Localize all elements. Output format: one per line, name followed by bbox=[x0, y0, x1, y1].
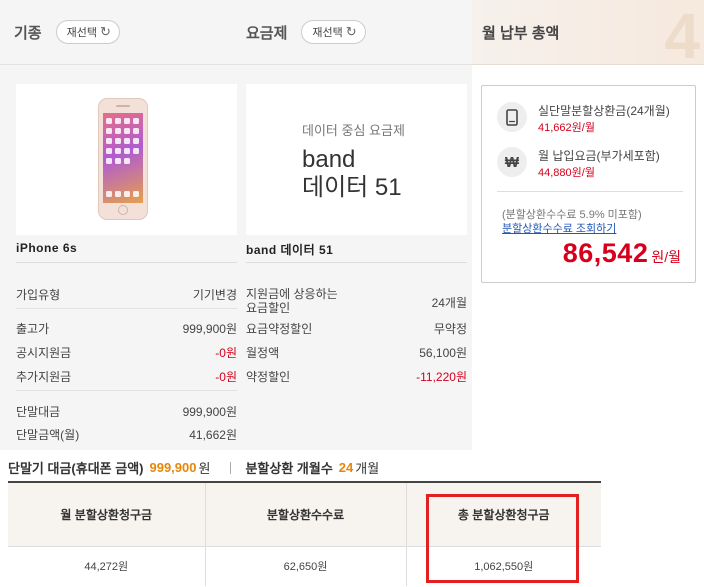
total-column-title: 월 납부 총액 bbox=[482, 24, 560, 42]
plan-divider bbox=[246, 262, 467, 263]
row-value: 기기변경 bbox=[192, 288, 237, 302]
row-value: -11,220원 bbox=[416, 370, 467, 384]
table-header: 총 분할상환청구금 bbox=[406, 481, 601, 546]
device-price-label: 단말기 대금(휴대폰 금액) bbox=[8, 461, 144, 476]
summary-label: 월 납입요금(부가세포함) bbox=[538, 149, 660, 163]
iphone-illustration bbox=[98, 98, 148, 220]
device-reselect-button[interactable]: 재선택 ↻ bbox=[55, 20, 120, 44]
monthly-total-value: 86,542 bbox=[562, 238, 649, 268]
summary-value: 41,662원/월 bbox=[538, 122, 595, 134]
row-label: 단말대금 bbox=[16, 405, 61, 419]
table-header: 분할상환수수료 bbox=[205, 481, 407, 546]
device-reselect-label: 재선택 bbox=[66, 27, 97, 39]
row-label: 가입유형 bbox=[16, 288, 61, 302]
plan-name: band 데이터 51 bbox=[246, 243, 334, 257]
plan-column-title: 요금제 bbox=[246, 24, 288, 42]
table-row: 44,272원 62,650원 1,062,550원 bbox=[8, 545, 601, 586]
plan-reselect-label: 재선택 bbox=[312, 27, 343, 39]
summary-divider bbox=[497, 191, 683, 192]
installment-table: 월 분할상환청구금 분할상환수수료 총 분할상환청구금 44,272원 62,6… bbox=[8, 481, 601, 586]
row-value: -0원 bbox=[215, 370, 237, 384]
months-unit: 개월 bbox=[355, 461, 380, 476]
plan-column-header: 요금제 재선택 ↻ bbox=[240, 0, 472, 65]
row-label: 약정할인 bbox=[246, 370, 291, 384]
phone-home-button bbox=[118, 205, 128, 215]
row-label: 지원금에 상응하는 요금할인 bbox=[246, 287, 338, 315]
device-price-value: 999,900 bbox=[149, 460, 197, 475]
phone-screen bbox=[103, 113, 143, 203]
row-value: 56,100원 bbox=[419, 346, 467, 360]
row-label: 공시지원금 bbox=[16, 346, 72, 360]
summary-value: 44,880원/월 bbox=[538, 167, 595, 179]
decorative-4: 4 bbox=[664, 0, 700, 65]
device-name: iPhone 6s bbox=[16, 241, 78, 255]
row-value: 41,662원 bbox=[189, 428, 237, 442]
plan-category: 데이터 중심 요금제 bbox=[302, 123, 405, 138]
table-header-row: 월 분할상환청구금 분할상환수수료 총 분할상환청구금 bbox=[8, 481, 601, 546]
installment-info: 단말기 대금(휴대폰 금액) 999,900 원 분할상환 개월수 24 개월 bbox=[8, 458, 379, 477]
row-separator bbox=[16, 390, 237, 391]
device-column: 기종 재선택 ↻ iPhone 6s 가입유형 기기변경 출고가 999,900… bbox=[0, 0, 240, 450]
plan-image-name-line2: 데이터 51 bbox=[302, 174, 402, 201]
row-label: 월정액 bbox=[246, 346, 280, 360]
monthly-summary-box: 실단말분할상환금(24개월) 41,662원/월 ₩ 월 납입요금(부가세포함)… bbox=[481, 85, 696, 283]
device-divider bbox=[16, 262, 237, 263]
row-value: 24개월 bbox=[431, 296, 467, 310]
row-value: 999,900원 bbox=[182, 405, 237, 419]
won-icon: ₩ bbox=[497, 147, 527, 177]
plan-row-discount: 지원금에 상응하는 요금할인 24개월 bbox=[246, 287, 467, 319]
plan-image-name-line1: band bbox=[302, 146, 356, 173]
row-value: 무약정 bbox=[433, 322, 467, 336]
months-label: 분할상환 개월수 bbox=[245, 461, 333, 476]
plan-reselect-button[interactable]: 재선택 ↻ bbox=[301, 20, 366, 44]
device-image bbox=[16, 84, 237, 235]
refresh-icon: ↻ bbox=[99, 24, 111, 39]
phone-speaker bbox=[116, 105, 130, 107]
fee-lookup-link[interactable]: 분할상환수수료 조회하기 bbox=[502, 220, 616, 236]
table-cell: 62,650원 bbox=[205, 545, 407, 586]
table-cell: 1,062,550원 bbox=[406, 545, 601, 586]
row-value: 999,900원 bbox=[182, 322, 237, 336]
summary-label: 실단말분할상환금(24개월) bbox=[538, 104, 670, 118]
plan-column: 요금제 재선택 ↻ 데이터 중심 요금제 band 데이터 51 band 데이… bbox=[240, 0, 472, 450]
device-column-header: 기종 재선택 ↻ bbox=[0, 0, 240, 65]
pipe-divider bbox=[230, 461, 232, 474]
row-separator bbox=[16, 308, 237, 309]
monthly-total-unit: 원/월 bbox=[651, 249, 681, 265]
refresh-icon: ↻ bbox=[345, 24, 357, 39]
row-label: 추가지원금 bbox=[16, 370, 72, 384]
table-header: 월 분할상환청구금 bbox=[8, 481, 206, 546]
total-column-header: 월 납부 총액 4 bbox=[472, 0, 704, 65]
row-label: 단말금액(월) bbox=[16, 428, 80, 442]
months-value: 24 bbox=[338, 460, 354, 475]
device-price-unit: 원 bbox=[198, 461, 211, 476]
row-label: 출고가 bbox=[16, 322, 50, 336]
row-label: 요금약정할인 bbox=[246, 322, 313, 336]
phone-icon bbox=[497, 102, 527, 132]
device-column-title: 기종 bbox=[14, 24, 42, 42]
plan-image: 데이터 중심 요금제 band 데이터 51 bbox=[246, 84, 467, 235]
table-cell: 44,272원 bbox=[8, 545, 206, 586]
monthly-total: 86,542 원/월 bbox=[563, 238, 681, 269]
row-value: -0원 bbox=[215, 346, 237, 360]
